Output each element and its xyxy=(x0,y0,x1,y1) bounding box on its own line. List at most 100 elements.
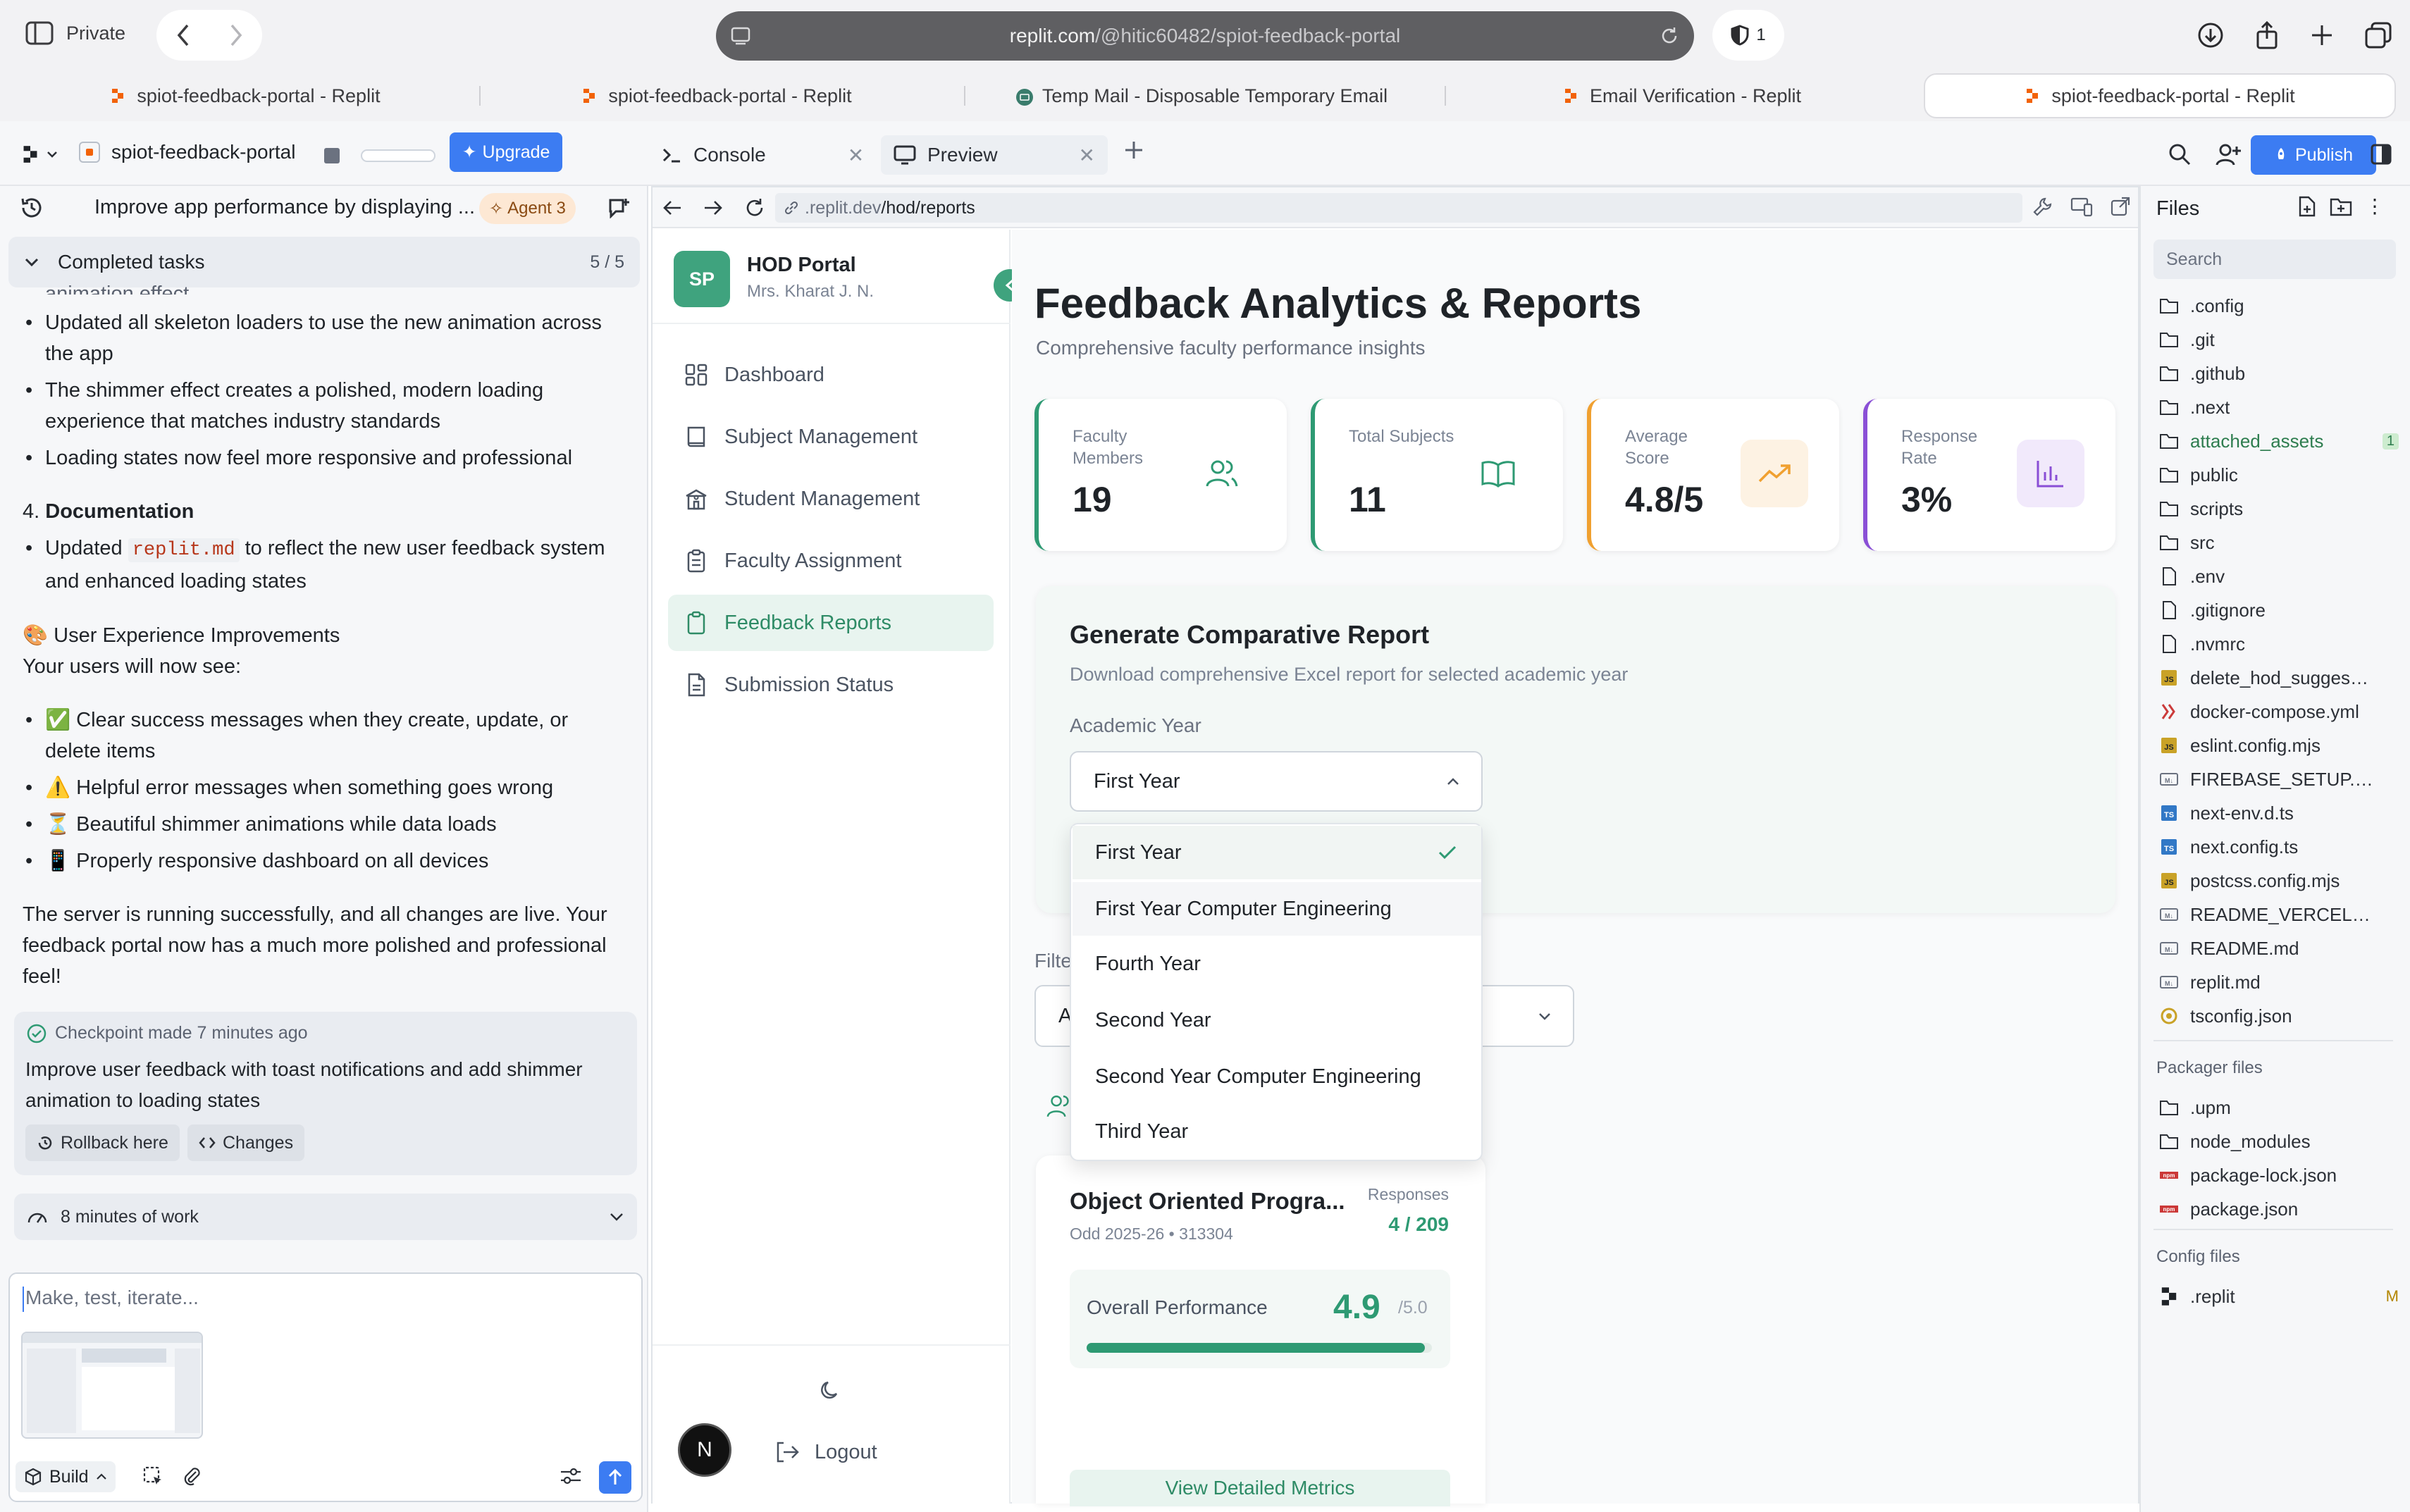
url-path: /@hitic60482/spiot-feedback-portal xyxy=(1095,25,1401,47)
dropdown-option[interactable]: Fourth Year xyxy=(1073,937,1481,991)
stop-icon[interactable] xyxy=(324,148,340,163)
rollback-button[interactable]: Rollback here xyxy=(25,1124,180,1161)
changes-button[interactable]: Changes xyxy=(187,1124,305,1161)
file-tree-file[interactable]: .env xyxy=(2159,561,2399,592)
wrench-icon[interactable] xyxy=(2032,196,2053,217)
browser-tab-active[interactable]: spiot-feedback-portal - Replit xyxy=(1924,73,2396,118)
file-tree-folder[interactable]: .upm xyxy=(2159,1092,2399,1123)
browser-tab[interactable]: Temp Mail - Disposable Temporary Email xyxy=(965,73,1438,118)
preview-address-bar[interactable]: .replit.dev/hod/reports xyxy=(775,193,2022,223)
file-tree-file[interactable]: TS next-env.d.ts xyxy=(2159,798,2399,829)
nav-item-feedback-reports[interactable]: Feedback Reports xyxy=(668,595,994,651)
tab-console[interactable]: Console ✕ xyxy=(648,135,877,175)
file-tree-file[interactable]: JS eslint.config.mjs xyxy=(2159,730,2399,761)
new-tab-icon[interactable] xyxy=(2310,23,2334,47)
private-mode-toggle[interactable]: Private xyxy=(25,21,125,45)
publish-button[interactable]: Publish xyxy=(2251,135,2376,175)
select-element-icon[interactable] xyxy=(142,1465,163,1487)
dropdown-option[interactable]: Third Year xyxy=(1073,1105,1481,1158)
file-tree-file[interactable]: M↓ replit.md xyxy=(2159,967,2399,998)
new-file-icon[interactable] xyxy=(2297,196,2317,217)
file-tree-file[interactable]: TS next.config.ts xyxy=(2159,831,2399,862)
attached-screenshot-thumbnail[interactable] xyxy=(21,1332,203,1439)
share-icon[interactable] xyxy=(2255,21,2279,49)
external-link-icon[interactable] xyxy=(2110,196,2131,217)
nav-item-dashboard[interactable]: Dashboard xyxy=(668,347,994,403)
nav-item-student-management[interactable]: Student Management xyxy=(668,471,994,527)
browser-tab[interactable]: Email Verification - Replit xyxy=(1446,73,1918,118)
file-tree-file[interactable]: .replit M xyxy=(2159,1281,2399,1312)
new-folder-icon[interactable] xyxy=(2330,197,2352,216)
forward-arrow-icon[interactable] xyxy=(703,199,723,217)
file-tree-file[interactable]: JS postcss.config.mjs xyxy=(2159,865,2399,896)
file-tree-file[interactable]: M↓ README.md xyxy=(2159,933,2399,964)
file-tree-folder[interactable]: .config xyxy=(2159,290,2399,321)
replit-menu[interactable] xyxy=(21,145,58,163)
file-tree-folder[interactable]: .git xyxy=(2159,324,2399,355)
file-tree-file[interactable]: npm package.json xyxy=(2159,1194,2399,1225)
file-tree-folder[interactable]: .next xyxy=(2159,392,2399,423)
file-tree-folder[interactable]: .github xyxy=(2159,358,2399,389)
shield-button[interactable]: 1 xyxy=(1712,10,1784,61)
file-tree-file[interactable]: M↓ README_VERCEL.md xyxy=(2159,899,2399,930)
back-icon[interactable] xyxy=(175,23,192,48)
forward-icon[interactable] xyxy=(228,23,245,48)
file-tree-folder[interactable]: src xyxy=(2159,527,2399,558)
file-tree-folder[interactable]: node_modules xyxy=(2159,1126,2399,1157)
panel-toggle-icon[interactable] xyxy=(2371,144,2392,165)
divider xyxy=(653,323,1011,324)
address-bar[interactable]: replit.com/@hitic60482/spiot-feedback-po… xyxy=(716,11,1694,61)
upgrade-button[interactable]: ✦ Upgrade xyxy=(450,132,562,172)
file-tree-folder[interactable]: scripts xyxy=(2159,493,2399,524)
nav-item-faculty-assignment[interactable]: Faculty Assignment xyxy=(668,533,994,589)
academic-year-select[interactable]: First Year xyxy=(1070,751,1483,812)
build-mode-selector[interactable]: Build xyxy=(16,1461,116,1492)
tab-preview[interactable]: Preview ✕ xyxy=(881,135,1108,175)
close-icon[interactable]: ✕ xyxy=(1079,144,1095,167)
file-tree-file[interactable]: docker-compose.yml xyxy=(2159,696,2399,727)
ux-heading: 🎨 User Experience Improvements xyxy=(23,624,340,647)
file-tree-folder[interactable]: attached_assets 1 xyxy=(2159,426,2399,457)
new-chat-icon[interactable] xyxy=(607,197,630,218)
browser-tab[interactable]: spiot-feedback-portal - Replit xyxy=(481,73,953,118)
invite-icon[interactable] xyxy=(2216,142,2241,166)
history-icon[interactable] xyxy=(20,196,44,220)
paperclip-icon[interactable] xyxy=(182,1465,202,1487)
dropdown-option[interactable]: First Year Computer Engineering xyxy=(1073,882,1481,936)
work-summary-toggle[interactable]: 8 minutes of work xyxy=(14,1194,637,1240)
devices-icon[interactable] xyxy=(2070,196,2093,217)
add-tab-icon[interactable] xyxy=(1123,140,1144,161)
file-tree-file[interactable]: .nvmrc xyxy=(2159,628,2399,659)
settings-sliders-icon[interactable] xyxy=(560,1465,582,1487)
nav-item-submission-status[interactable]: Submission Status xyxy=(668,657,994,713)
file-tree-file[interactable]: .gitignore xyxy=(2159,595,2399,626)
view-detailed-metrics-button[interactable]: View Detailed Metrics xyxy=(1070,1470,1450,1506)
send-button[interactable] xyxy=(599,1461,631,1494)
agent-thread-title[interactable]: Improve app performance by displaying ..… xyxy=(94,196,475,219)
more-options-icon[interactable]: ⋮ xyxy=(2365,197,2385,216)
download-icon[interactable] xyxy=(2197,22,2224,49)
dropdown-option[interactable]: Second Year xyxy=(1073,993,1481,1047)
browser-tab[interactable]: spiot-feedback-portal - Replit xyxy=(13,73,478,118)
moon-icon[interactable] xyxy=(817,1378,843,1403)
file-tree-file[interactable]: JS delete_hod_suggestio... xyxy=(2159,662,2399,693)
file-tree-folder[interactable]: public xyxy=(2159,459,2399,490)
back-arrow-icon[interactable] xyxy=(662,199,682,217)
folder-icon xyxy=(2159,364,2179,383)
project-name[interactable]: spiot-feedback-portal xyxy=(79,141,295,163)
tab-overview-icon[interactable] xyxy=(2365,22,2392,49)
file-tree-file[interactable]: tsconfig.json xyxy=(2159,1000,2399,1031)
files-search-input[interactable]: Search xyxy=(2153,240,2396,279)
file-tree-file[interactable]: npm package-lock.json xyxy=(2159,1160,2399,1191)
file-tree-file[interactable]: M↓ FIREBASE_SETUP.md xyxy=(2159,764,2399,795)
reload-icon[interactable] xyxy=(744,197,765,218)
close-icon[interactable]: ✕ xyxy=(848,144,864,167)
logout-button[interactable]: Logout xyxy=(774,1440,877,1464)
search-icon[interactable] xyxy=(2168,142,2192,166)
dropdown-option-selected[interactable]: First Year xyxy=(1073,826,1481,879)
user-avatar[interactable]: N xyxy=(678,1423,731,1477)
reload-icon[interactable] xyxy=(1659,25,1680,47)
nav-item-subject-management[interactable]: Subject Management xyxy=(668,409,994,465)
page-settings-icon[interactable] xyxy=(730,25,751,47)
dropdown-option[interactable]: Second Year Computer Engineering xyxy=(1073,1050,1481,1103)
